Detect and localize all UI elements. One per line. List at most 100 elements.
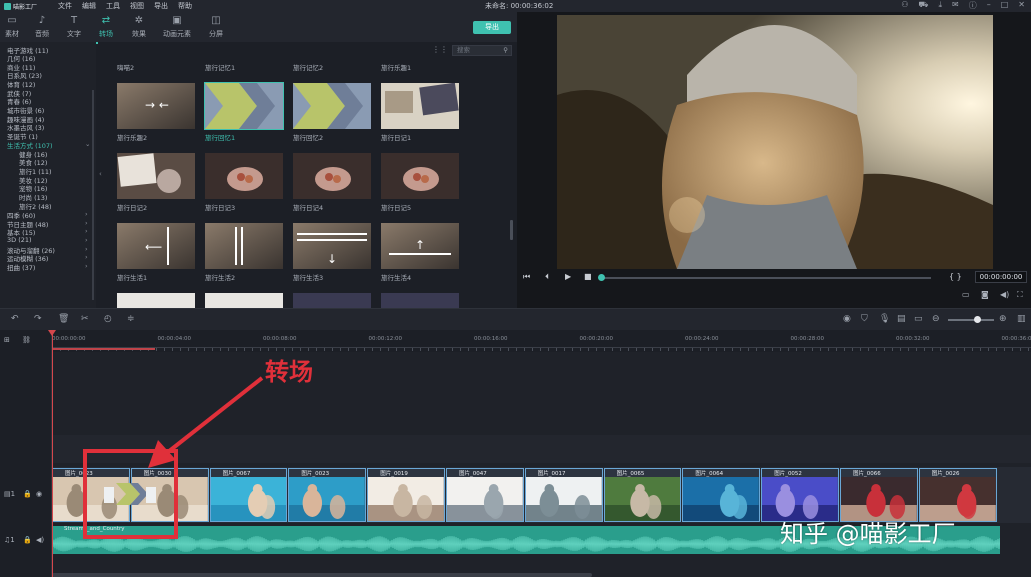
transition-thumbnail[interactable]: [381, 83, 459, 129]
tab-splitscreen[interactable]: ◫ 分屏: [196, 15, 236, 39]
chevron-right-icon[interactable]: ›: [85, 219, 88, 227]
transition-thumbnail[interactable]: [205, 153, 283, 199]
transition-thumbnail[interactable]: ⟵: [117, 223, 195, 269]
sidebar-collapse-handle[interactable]: ‹: [98, 42, 106, 308]
info-icon[interactable]: ⓘ: [969, 0, 977, 11]
link-icon[interactable]: ⛓: [22, 336, 31, 344]
transition-thumbnail[interactable]: [293, 153, 371, 199]
minimize-icon[interactable]: –: [987, 0, 991, 11]
maximize-icon[interactable]: □: [1001, 0, 1009, 11]
add-track-icon[interactable]: ⊞: [4, 336, 10, 344]
clip-label: 图片_0047: [459, 471, 487, 477]
transition-thumbnail[interactable]: [381, 293, 459, 308]
zoom-in-icon[interactable]: ⊕: [999, 314, 1007, 324]
undo-icon[interactable]: ↶: [11, 314, 19, 324]
video-clip[interactable]: 图片_0019: [367, 468, 445, 522]
chevron-right-icon[interactable]: ›: [85, 253, 88, 261]
volume-icon[interactable]: ◀): [1000, 290, 1009, 299]
search-input[interactable]: 搜索 ⚲: [452, 45, 512, 56]
transition-thumbnail[interactable]: [205, 293, 283, 308]
prev-frame-icon[interactable]: ⏮: [523, 272, 530, 282]
chevron-down-icon[interactable]: ⌄: [85, 140, 90, 148]
transition-thumbnail[interactable]: [117, 293, 195, 308]
svg-text:⟵: ⟵: [145, 240, 162, 254]
clip-thumbnail: [604, 477, 681, 521]
timeline-scrollbar[interactable]: [52, 573, 592, 577]
stop-icon[interactable]: ■: [584, 272, 592, 281]
transition-thumbnail[interactable]: ↑: [381, 223, 459, 269]
menu-help[interactable]: 帮助: [178, 1, 192, 11]
video-clip[interactable]: 图片_0065: [603, 468, 682, 522]
mail-icon[interactable]: ✉: [952, 0, 959, 11]
fit-timeline-icon[interactable]: ▥: [1017, 314, 1026, 324]
microphone-icon[interactable]: 🎙: [879, 314, 890, 324]
render-icon[interactable]: ◉: [843, 314, 851, 324]
sidebar-item[interactable]: 扭曲 (37) ›: [7, 262, 88, 272]
menu-tools[interactable]: 工具: [106, 1, 120, 11]
tab-effects[interactable]: ✲ 效果: [119, 15, 159, 39]
adjust-icon[interactable]: ≑: [127, 314, 135, 324]
close-icon[interactable]: ✕: [1018, 0, 1025, 11]
transition-thumbnail[interactable]: [293, 293, 371, 308]
zoom-slider[interactable]: [948, 319, 994, 321]
transition-thumbnail[interactable]: → ←: [117, 83, 195, 129]
play-icon[interactable]: ▶: [565, 272, 571, 281]
ruler-range-marker: [52, 348, 155, 350]
zoom-slider-thumb[interactable]: [974, 316, 981, 323]
chevron-right-icon[interactable]: ›: [85, 262, 88, 270]
transition-label: 旅行生活3: [293, 274, 324, 282]
marker-icon[interactable]: ⛉: [861, 314, 868, 324]
transition-thumbnail[interactable]: [293, 83, 371, 129]
menu-export[interactable]: 导出: [154, 1, 168, 11]
audio-lock-icon[interactable]: 🔒: [23, 536, 32, 544]
video-clip[interactable]: 图片_0067: [209, 468, 288, 522]
menu-edit[interactable]: 编辑: [82, 1, 96, 11]
chevron-right-icon[interactable]: ›: [85, 245, 88, 253]
transition-thumbnail[interactable]: [205, 223, 283, 269]
fullscreen-icon[interactable]: ⛶: [1017, 290, 1023, 300]
chevron-right-icon[interactable]: ›: [85, 227, 88, 235]
sidebar-item[interactable]: 3D (21) ›: [7, 236, 88, 244]
cart-icon[interactable]: ⛟: [918, 0, 928, 11]
playback-scrubber[interactable]: [598, 274, 605, 281]
sidebar-scrollbar[interactable]: [92, 90, 94, 300]
annotation-highlight-box: [83, 449, 178, 539]
library-scrollbar[interactable]: [510, 220, 513, 240]
speaker-icon[interactable]: ◀): [36, 536, 44, 544]
transition-thumbnail[interactable]: [204, 82, 284, 130]
chevron-right-icon[interactable]: ›: [85, 236, 88, 244]
snapshot-icon[interactable]: ◙: [981, 290, 989, 299]
tab-elements[interactable]: ▣ 动画元素: [157, 15, 197, 39]
transition-thumbnail[interactable]: [117, 153, 195, 199]
user-icon[interactable]: ⚇: [901, 0, 908, 11]
voiceover-icon[interactable]: ▤: [897, 314, 906, 324]
speed-icon[interactable]: ◴: [104, 314, 112, 324]
transition-thumbnail[interactable]: [381, 153, 459, 199]
annotation-label: 转场: [265, 358, 313, 386]
video-clip[interactable]: 图片_0023: [288, 468, 367, 522]
download-icon[interactable]: ⤓: [938, 0, 942, 11]
video-clip[interactable]: 图片_0017: [524, 468, 603, 522]
grid-view-icon[interactable]: ⋮⋮: [432, 45, 448, 54]
delete-icon[interactable]: 🗑: [58, 314, 69, 324]
mark-in-out-icon[interactable]: { }: [949, 272, 962, 281]
step-back-icon[interactable]: ⏴: [545, 272, 549, 282]
timeline-ruler[interactable]: 00:00:00:00 00:00:04:00 00:00:08:00 00:00:1…: [52, 330, 1031, 352]
video-clip[interactable]: 图片_0047: [446, 468, 524, 522]
subtitle-icon[interactable]: ▭: [914, 314, 923, 324]
display-settings-icon[interactable]: ▭: [962, 290, 970, 299]
cut-icon[interactable]: ✂: [81, 314, 89, 324]
redo-icon[interactable]: ↷: [34, 314, 42, 324]
lock-icon[interactable]: 🔒: [23, 490, 32, 498]
playhead[interactable]: [52, 332, 53, 577]
export-button[interactable]: 导出: [473, 21, 511, 34]
video-clip[interactable]: 图片_0064: [682, 468, 761, 522]
playback-progress-bar[interactable]: [601, 277, 931, 279]
ruler-time-label: 00:00:28:00: [790, 336, 825, 342]
menu-view[interactable]: 视图: [130, 1, 144, 11]
zoom-out-icon[interactable]: ⊖: [932, 314, 940, 324]
menu-file[interactable]: 文件: [58, 1, 72, 11]
chevron-right-icon[interactable]: ›: [85, 210, 88, 218]
transition-thumbnail[interactable]: ↓: [293, 223, 371, 269]
eye-icon[interactable]: ◉: [36, 490, 42, 498]
